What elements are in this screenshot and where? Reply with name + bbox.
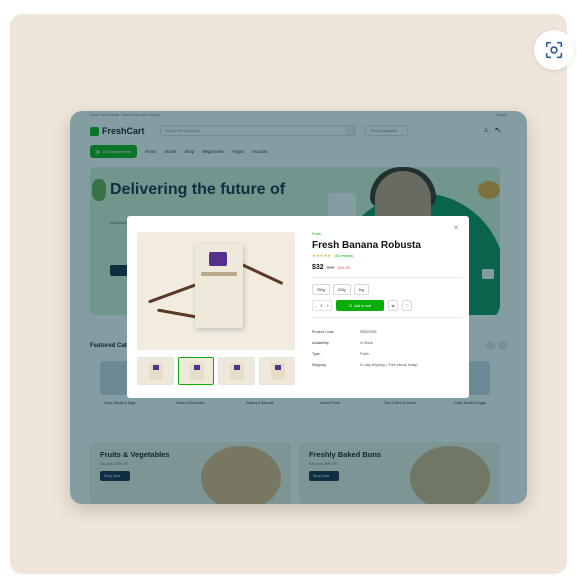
quantity-value[interactable]: 1 <box>320 303 322 308</box>
chocolate-swirl <box>147 283 197 304</box>
product-category-link[interactable]: Fruits <box>312 232 462 236</box>
detail-key: Type: <box>312 351 321 356</box>
bag-label <box>201 272 237 276</box>
star-rating-icon: ★★★★★ <box>312 253 332 258</box>
quantity-stepper[interactable]: - 1 + <box>312 300 332 311</box>
increase-button[interactable]: + <box>327 303 329 308</box>
add-to-cart-label: Add to cart <box>354 303 371 308</box>
detail-value: In Stock <box>360 340 373 345</box>
detail-row: Availability: In Stock <box>312 337 462 348</box>
discount-badge: 26% Off <box>337 266 350 270</box>
size-options: 250g 500g 1kg <box>312 284 462 295</box>
thumbnail-active[interactable] <box>177 357 214 385</box>
detail-key: Availability: <box>312 340 330 345</box>
bag-logo <box>209 252 227 266</box>
thumbnail-bag <box>189 363 204 380</box>
product-rating: ★★★★★ (30 reviews) <box>312 253 462 258</box>
thumbnail[interactable] <box>218 357 255 385</box>
scan-button[interactable] <box>534 30 574 70</box>
compare-icon[interactable]: ⇆ <box>388 300 398 311</box>
product-info: Fruits Fresh Banana Robusta ★★★★★ (30 re… <box>312 232 462 370</box>
cart-icon: ⊡ <box>349 303 352 308</box>
detail-value: Fruits <box>360 351 369 356</box>
detail-value: 01 day shipping. ( Free pickup today) <box>360 362 418 367</box>
decrease-button[interactable]: - <box>315 303 316 308</box>
product-main-image <box>137 232 295 350</box>
product-details: Product Code: FBB00255 Availability: In … <box>312 326 462 370</box>
chocolate-swirl <box>157 308 197 319</box>
divider <box>312 277 462 278</box>
thumbnail-bag <box>149 363 163 380</box>
old-price: $35 <box>326 265 335 270</box>
detail-row: Shipping: 01 day shipping. ( Free pickup… <box>312 359 462 370</box>
divider <box>312 317 462 318</box>
cart-actions: - 1 + ⊡ Add to cart ⇆ ♡ <box>312 300 462 311</box>
size-option-1kg[interactable]: 1kg <box>353 284 370 295</box>
price-row: $32 $35 26% Off <box>312 264 462 271</box>
detail-value: FBB00255 <box>360 329 377 334</box>
product-title: Fresh Banana Robusta <box>312 240 421 251</box>
scan-focus-icon <box>545 41 563 59</box>
detail-row: Type: Fruits <box>312 348 462 359</box>
chocolate-swirl <box>238 261 284 286</box>
size-option-250g[interactable]: 250g <box>312 284 330 295</box>
thumbnail[interactable] <box>258 357 295 385</box>
reviews-link[interactable]: (30 reviews) <box>334 254 353 258</box>
size-option-500g[interactable]: 500g <box>332 284 351 295</box>
website-screenshot: Super Value Deals - Save more with coupo… <box>70 111 527 504</box>
thumbnail-bag <box>230 363 244 380</box>
thumbnail[interactable] <box>137 357 174 385</box>
thumbnail-strip <box>137 357 295 385</box>
detail-key: Shipping: <box>312 362 327 367</box>
product-bag <box>195 244 243 328</box>
detail-key: Product Code: <box>312 329 335 334</box>
wishlist-icon[interactable]: ♡ <box>402 300 412 311</box>
backdrop-panel: Super Value Deals - Save more with coupo… <box>10 14 574 574</box>
add-to-cart-button[interactable]: ⊡ Add to cart <box>336 300 384 311</box>
close-icon[interactable]: ✕ <box>453 224 459 232</box>
quick-view-modal: ✕ Fruits Fresh Banana Robusta ★★★★★ (30 … <box>127 216 469 398</box>
thumbnail-bag <box>270 363 285 380</box>
detail-row: Product Code: FBB00255 <box>312 326 462 337</box>
current-price: $32 <box>312 264 324 271</box>
